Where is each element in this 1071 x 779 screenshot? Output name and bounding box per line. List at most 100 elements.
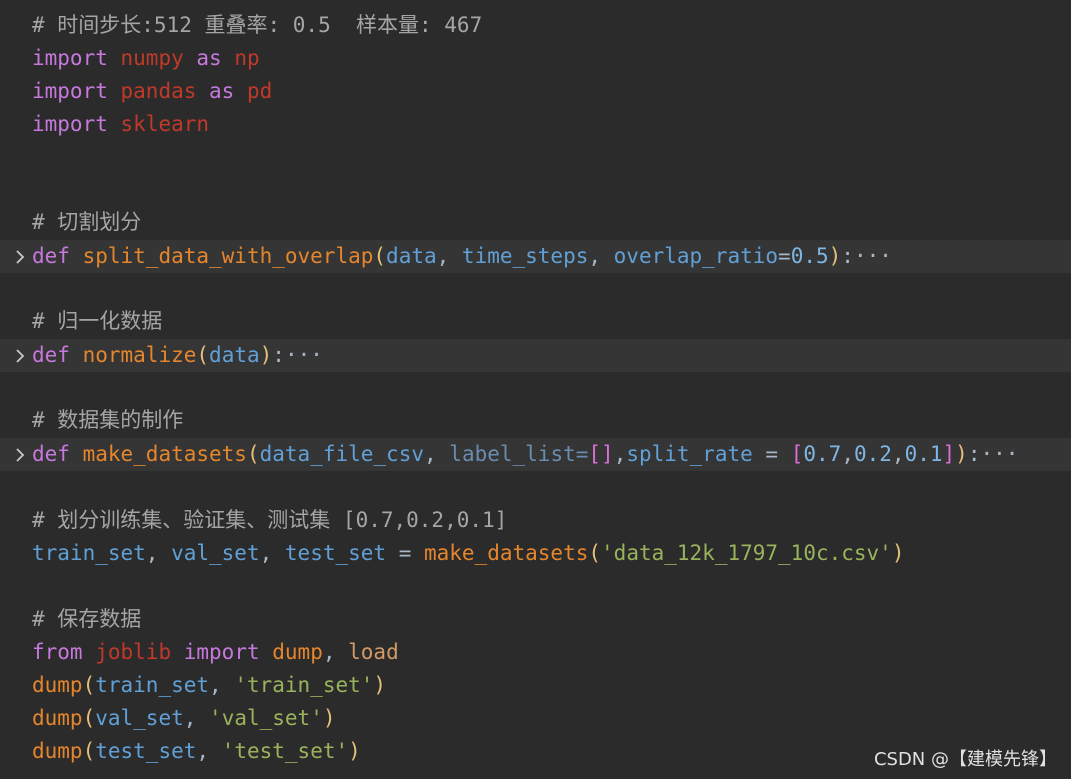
imported-name: load: [348, 640, 399, 664]
bracket: ]: [942, 442, 956, 466]
punct: ,: [183, 706, 210, 730]
comment: # 切割划分: [32, 210, 142, 234]
variable: test_set: [284, 541, 387, 565]
punct: :: [272, 343, 285, 367]
paren: ): [828, 244, 842, 268]
fold-ellipsis[interactable]: ···: [854, 244, 892, 268]
paren: (: [82, 739, 96, 763]
function-name: make_datasets: [82, 442, 247, 466]
param: time_steps: [461, 244, 589, 268]
paren: ): [322, 706, 336, 730]
number: 0.7: [803, 442, 842, 466]
code-line: train_set, val_set, test_set = make_data…: [0, 537, 1071, 570]
punct: ,: [145, 541, 172, 565]
keyword-from: from: [32, 640, 83, 664]
variable: train_set: [95, 673, 210, 697]
param: split_rate: [626, 442, 753, 466]
number: 0.1: [904, 442, 943, 466]
param: data: [209, 343, 260, 367]
code-line: import numpy as np: [0, 42, 1071, 75]
param: data: [386, 244, 437, 268]
keyword-as: as: [209, 79, 235, 103]
paren: (: [82, 673, 96, 697]
code-line: # 切割划分: [0, 206, 1071, 239]
code-line: import sklearn: [0, 108, 1071, 141]
variable: val_set: [171, 541, 260, 565]
keyword-import: import: [32, 79, 108, 103]
param: label_list: [449, 442, 576, 466]
code-line: # 数据集的制作: [0, 404, 1071, 437]
operator: =: [386, 541, 424, 565]
module-name: sklearn: [120, 112, 210, 136]
punct: ,: [259, 541, 285, 565]
module-name: joblib: [95, 640, 172, 664]
function-call: make_datasets: [424, 541, 589, 565]
chevron-right-icon[interactable]: [12, 339, 28, 372]
punct: ,: [209, 673, 235, 697]
punct: ,: [613, 442, 627, 466]
folded-function-line[interactable]: def normalize(data):···: [0, 339, 1071, 372]
bracket: [: [790, 442, 804, 466]
punct: ,: [588, 244, 614, 268]
keyword-import: import: [32, 46, 108, 70]
punct: ,: [196, 739, 222, 763]
punct: ,: [436, 244, 462, 268]
keyword-as: as: [196, 46, 222, 70]
param: overlap_ratio: [613, 244, 779, 268]
bracket: []: [588, 442, 614, 466]
number: 0.2: [853, 442, 892, 466]
fold-ellipsis[interactable]: ···: [285, 343, 323, 367]
code-line: # 划分训练集、验证集、测试集 [0.7,0.2,0.1]: [0, 504, 1071, 537]
variable: train_set: [32, 541, 146, 565]
function-name: split_data_with_overlap: [82, 244, 374, 268]
code-line: # 时间步长:512 重叠率: 0.5 样本量: 467: [0, 9, 1071, 42]
string: 'data_12k_1797_10c.csv': [601, 541, 892, 565]
code-line: dump(val_set, 'val_set'): [0, 702, 1071, 735]
string: 'train_set': [234, 673, 374, 697]
operator: =: [778, 244, 791, 268]
keyword-def: def: [32, 244, 70, 268]
variable: val_set: [95, 706, 184, 730]
watermark: CSDN @【建模先锋】: [873, 749, 1057, 770]
module-name: pandas: [120, 79, 197, 103]
variable: test_set: [95, 739, 197, 763]
keyword-import: import: [183, 640, 260, 664]
function-name: normalize: [82, 343, 197, 367]
punct: ,: [891, 442, 905, 466]
string: 'val_set': [209, 706, 323, 730]
fold-ellipsis[interactable]: ···: [980, 442, 1018, 466]
function-call: dump: [32, 739, 83, 763]
paren: ): [891, 541, 905, 565]
operator: =: [752, 442, 791, 466]
punct: ,: [322, 640, 349, 664]
code-line: from joblib import dump, load: [0, 636, 1071, 669]
chevron-right-icon[interactable]: [12, 438, 28, 471]
paren: (: [82, 706, 96, 730]
keyword-def: def: [32, 343, 70, 367]
keyword-def: def: [32, 442, 70, 466]
imported-name: dump: [272, 640, 323, 664]
punct: ,: [424, 442, 450, 466]
punct: :: [841, 244, 854, 268]
chevron-right-icon[interactable]: [12, 240, 28, 273]
paren: ): [373, 673, 387, 697]
comment: # 数据集的制作: [32, 408, 184, 432]
number: 0.5: [790, 244, 829, 268]
operator: =: [575, 442, 589, 466]
paren: (: [588, 541, 602, 565]
code-line: dump(train_set, 'train_set'): [0, 669, 1071, 702]
code-editor[interactable]: # 时间步长:512 重叠率: 0.5 样本量: 467 import nump…: [0, 0, 1071, 779]
folded-function-line[interactable]: def split_data_with_overlap(data, time_s…: [0, 240, 1071, 273]
function-call: dump: [32, 673, 83, 697]
punct: ,: [841, 442, 854, 466]
string: 'test_set': [221, 739, 349, 763]
comment: # 划分训练集、验证集、测试集 [0.7,0.2,0.1]: [32, 508, 508, 532]
function-call: dump: [32, 706, 83, 730]
code-line: # 归一化数据: [0, 305, 1071, 338]
paren: ): [348, 739, 361, 763]
module-alias: np: [234, 46, 260, 70]
folded-function-line[interactable]: def make_datasets(data_file_csv, label_l…: [0, 438, 1071, 471]
module-alias: pd: [246, 79, 273, 103]
paren: (: [246, 442, 260, 466]
paren: ): [955, 442, 968, 466]
